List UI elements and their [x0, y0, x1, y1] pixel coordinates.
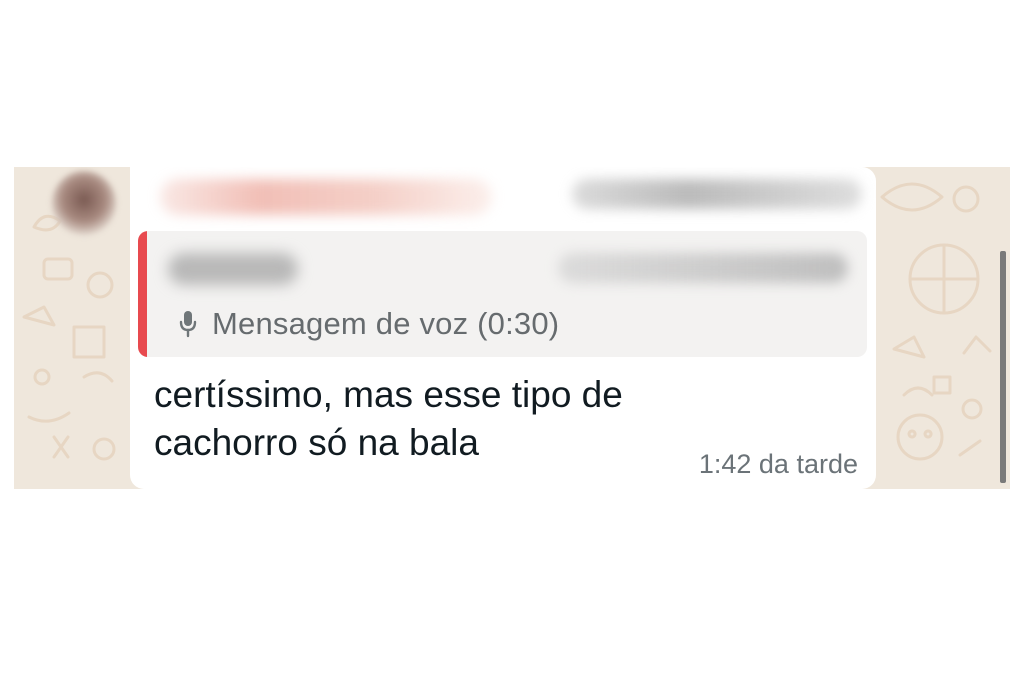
mic-icon	[176, 307, 200, 341]
quoted-label: Mensagem de voz (0:30)	[212, 306, 560, 341]
sender-name-redacted	[160, 179, 492, 215]
chat-view: Mensagem de voz (0:30) certíssimo, mas e…	[14, 167, 1010, 489]
message-bubble[interactable]: Mensagem de voz (0:30) certíssimo, mas e…	[130, 167, 876, 489]
message-text: certíssimo, mas esse tipo de cachorro só…	[154, 371, 754, 467]
message-timestamp: 1:42 da tarde	[698, 449, 858, 479]
message-line-1: certíssimo, mas esse tipo de	[154, 374, 623, 415]
quoted-message[interactable]: Mensagem de voz (0:30)	[138, 231, 867, 357]
quoted-phone-redacted	[558, 253, 848, 283]
message-line-2: cachorro só na bala	[154, 422, 479, 463]
scrollbar[interactable]	[1000, 251, 1006, 483]
quoted-sender-redacted	[168, 253, 298, 285]
avatar[interactable]	[52, 171, 116, 235]
sender-phone-redacted	[572, 179, 862, 209]
quoted-voice-message: Mensagem de voz (0:30)	[176, 305, 559, 343]
quote-accent-bar	[138, 231, 147, 357]
